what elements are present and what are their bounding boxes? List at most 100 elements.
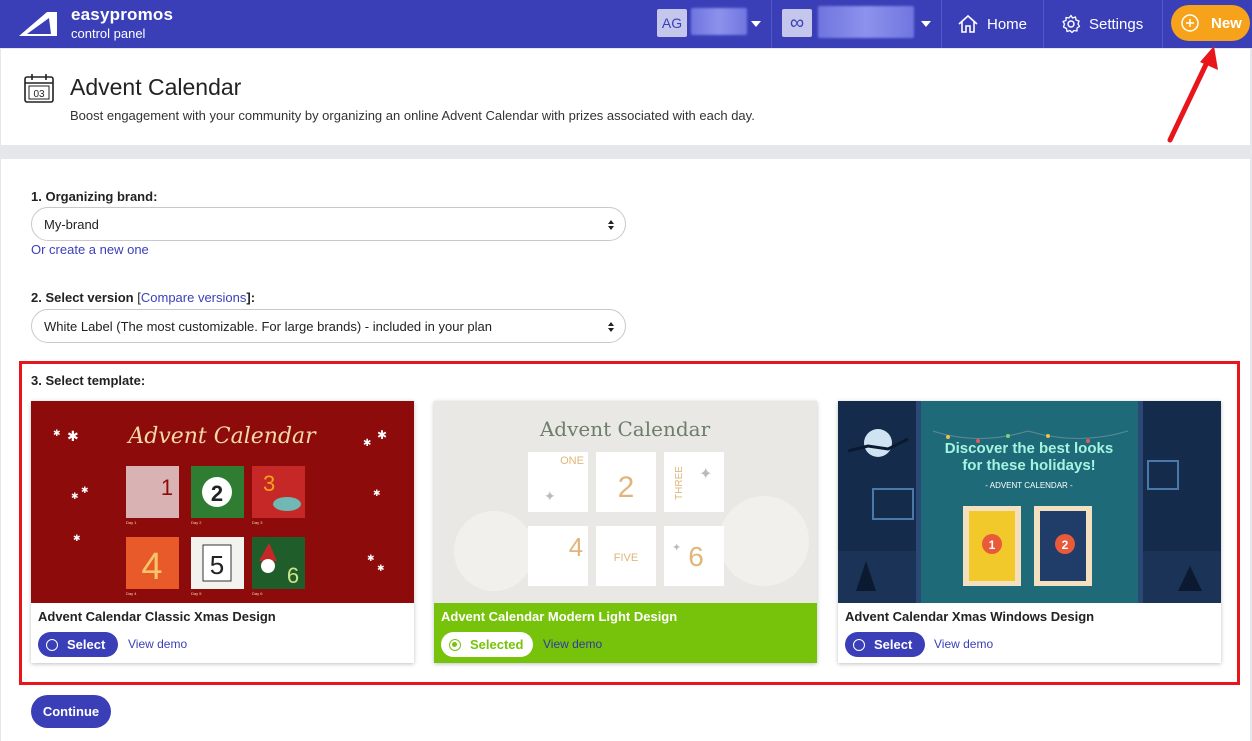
svg-text:Day 5: Day 5 bbox=[191, 591, 202, 596]
radio-icon bbox=[853, 638, 865, 651]
day-number: 4 bbox=[141, 546, 162, 588]
template-card-xmas-windows[interactable]: Discover the best looks for these holida… bbox=[838, 401, 1221, 663]
gear-icon bbox=[1062, 14, 1081, 34]
snowflake-icon: ✱ bbox=[377, 563, 385, 573]
snowflake-icon: ✱ bbox=[67, 428, 79, 444]
day-number: 2 bbox=[211, 481, 223, 506]
continue-button[interactable]: Continue bbox=[31, 695, 111, 728]
plan-name-redacted[interactable] bbox=[818, 6, 914, 38]
settings-link[interactable]: Settings bbox=[1061, 12, 1143, 36]
sparkle-icon: ✦ bbox=[699, 466, 712, 483]
annotation-arrow-icon bbox=[1167, 46, 1218, 143]
window-number: 1 bbox=[989, 538, 996, 552]
calendar-icon: 03 bbox=[24, 74, 54, 103]
day-number: 5 bbox=[210, 550, 224, 580]
radio-checked-icon bbox=[449, 638, 461, 651]
compare-versions-link[interactable]: Compare versions bbox=[141, 290, 247, 305]
snowflake-icon: ✱ bbox=[373, 488, 381, 498]
select-button-label: Selected bbox=[470, 637, 524, 652]
template-title: Advent Calendar Modern Light Design bbox=[441, 609, 678, 624]
snowflake-icon: ✱ bbox=[73, 533, 81, 543]
sparkle-icon: ✦ bbox=[544, 488, 556, 504]
modern-light-preview-image[interactable]: Advent Calendar ONE ✦ 2 THREE ✦ 4 FIVE 6… bbox=[434, 401, 817, 603]
page-description: Boost engagement with your community by … bbox=[70, 108, 755, 123]
brand-subtitle: control panel bbox=[71, 26, 146, 41]
select-version-label-text: 2. Select version bbox=[31, 290, 134, 305]
select-button-label: Select bbox=[67, 637, 106, 652]
classic-preview-heading: Advent Calendar bbox=[126, 424, 317, 449]
day-number: 1 bbox=[161, 475, 173, 500]
window-number: 2 bbox=[1062, 538, 1069, 552]
page-header: 03 Advent Calendar Boost engagement with… bbox=[1, 49, 1250, 145]
view-demo-link[interactable]: View demo bbox=[128, 637, 187, 651]
calendar-icon-day: 03 bbox=[33, 89, 45, 100]
day-tile bbox=[252, 466, 305, 518]
radio-icon bbox=[46, 638, 58, 651]
windows-preview-heading-1: Discover the best looks bbox=[945, 440, 1113, 457]
template-title: Advent Calendar Xmas Windows Design bbox=[845, 609, 1095, 624]
new-button-label: New bbox=[1211, 14, 1242, 32]
modern-preview-heading: Advent Calendar bbox=[539, 417, 711, 441]
brand-name[interactable]: easypromos bbox=[71, 5, 173, 25]
day-number: 3 bbox=[263, 471, 275, 496]
svg-text:Day 1: Day 1 bbox=[126, 520, 137, 525]
template-card-modern-light[interactable]: Advent Calendar ONE ✦ 2 THREE ✦ 4 FIVE 6… bbox=[434, 401, 817, 663]
snowflake-icon: ✱ bbox=[363, 438, 371, 449]
plus-circle-icon bbox=[1181, 14, 1199, 32]
day-number: 2 bbox=[618, 471, 635, 504]
view-demo-link[interactable]: View demo bbox=[934, 637, 993, 651]
nav-divider bbox=[1043, 0, 1044, 48]
easypromos-logo-icon[interactable] bbox=[17, 10, 59, 38]
version-select[interactable]: White Label (The most customizable. For … bbox=[31, 309, 626, 343]
home-label: Home bbox=[987, 15, 1028, 33]
home-icon bbox=[958, 14, 978, 33]
select-template-button[interactable]: Select bbox=[845, 632, 925, 657]
day-number: 4 bbox=[569, 532, 583, 562]
template-title: Advent Calendar Classic Xmas Design bbox=[38, 609, 276, 624]
view-demo-link[interactable]: View demo bbox=[543, 637, 602, 651]
day-number: 6 bbox=[688, 541, 704, 572]
snowflake-icon: ✱ bbox=[377, 428, 387, 442]
svg-text:Day 2: Day 2 bbox=[191, 520, 202, 525]
day-number: 6 bbox=[287, 563, 299, 588]
bracket-close: ]: bbox=[246, 290, 256, 305]
day-tile bbox=[664, 452, 724, 512]
snowflake-icon: ✱ bbox=[71, 491, 79, 501]
account-chevron-down-icon[interactable] bbox=[751, 21, 761, 27]
select-template-label: 3. Select template: bbox=[31, 373, 146, 388]
home-link[interactable]: Home bbox=[957, 12, 1027, 36]
day-number: FIVE bbox=[614, 552, 638, 564]
account-avatar[interactable]: AG bbox=[657, 9, 687, 37]
snowflake-icon: ✱ bbox=[367, 553, 375, 563]
svg-text:Day 6: Day 6 bbox=[252, 591, 263, 596]
svg-text:Day 4: Day 4 bbox=[126, 591, 137, 596]
select-template-button[interactable]: Select bbox=[38, 632, 118, 657]
day-number: THREE bbox=[674, 466, 685, 500]
sparkle-icon: ✦ bbox=[672, 542, 681, 554]
snowflake-icon: ✱ bbox=[81, 485, 89, 495]
select-button-label: Select bbox=[874, 637, 913, 652]
new-button[interactable]: New bbox=[1171, 5, 1250, 41]
page-title: Advent Calendar bbox=[70, 74, 242, 100]
snowflake-icon: ✱ bbox=[53, 428, 61, 438]
create-brand-link[interactable]: Or create a new one bbox=[31, 242, 149, 257]
windows-preview-subheading: - ADVENT CALENDAR - bbox=[985, 481, 1073, 490]
select-version-label: 2. Select version [Compare versions]: bbox=[31, 290, 255, 305]
settings-label: Settings bbox=[1089, 15, 1144, 33]
windows-preview-heading-2: for these holidays! bbox=[962, 457, 1095, 474]
day-number: ONE bbox=[560, 455, 584, 467]
version-value: White Label (The most customizable. For … bbox=[44, 318, 492, 334]
svg-text:Day 3: Day 3 bbox=[252, 520, 263, 525]
classic-xmas-preview-image[interactable]: ✱ ✱ ✱ ✱ ✱ ✱ ✱ ✱ ✱ ✱ Advent Calendar 1 2 … bbox=[31, 401, 414, 603]
template-card-classic-xmas[interactable]: ✱ ✱ ✱ ✱ ✱ ✱ ✱ ✱ ✱ ✱ Advent Calendar 1 2 … bbox=[31, 401, 414, 663]
nav-divider bbox=[771, 0, 772, 48]
selected-template-button[interactable]: Selected bbox=[441, 632, 533, 657]
xmas-windows-preview-image[interactable]: Discover the best looks for these holida… bbox=[838, 401, 1221, 603]
plan-chevron-down-icon[interactable] bbox=[921, 21, 931, 27]
account-name-redacted[interactable] bbox=[691, 8, 747, 35]
organizing-brand-select[interactable]: My-brand bbox=[31, 207, 626, 241]
top-navbar: easypromos control panel AG ∞ Home Setti… bbox=[0, 0, 1252, 48]
organizing-brand-label: 1. Organizing brand: bbox=[31, 189, 158, 204]
select-arrows-icon bbox=[608, 220, 614, 230]
plan-infinity-icon[interactable]: ∞ bbox=[782, 9, 812, 37]
